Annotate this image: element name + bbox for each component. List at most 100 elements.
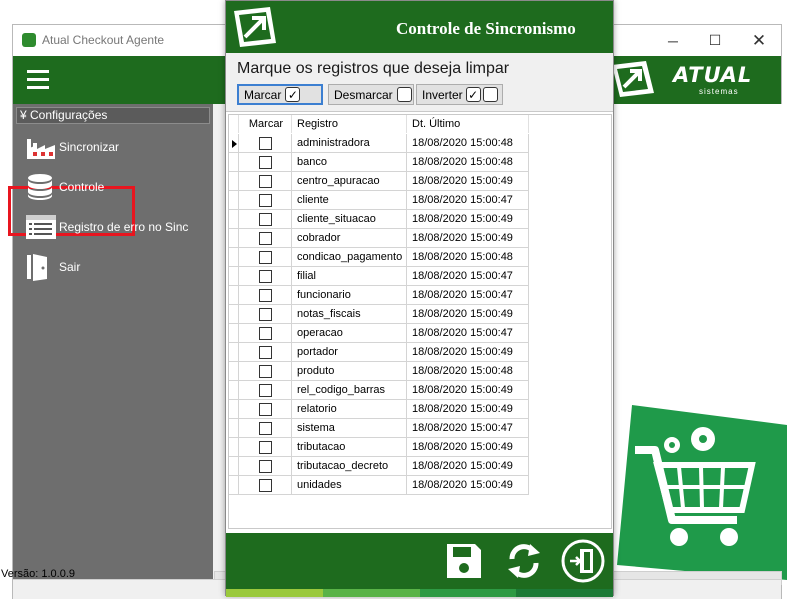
column-header-registro[interactable]: Registro <box>292 115 407 133</box>
maximize-button[interactable]: ☐ <box>695 25 735 56</box>
inverter-button[interactable]: Inverter ✓ <box>416 84 503 105</box>
dt-ultimo-cell: 18/08/2020 15:00:49 <box>407 343 529 362</box>
grid-header-indicator <box>229 115 239 133</box>
marcar-button[interactable]: Marcar ✓ <box>237 84 323 105</box>
row-checkbox[interactable] <box>259 346 272 359</box>
table-row[interactable]: filial 18/08/2020 15:00:47 <box>229 267 529 286</box>
marcar-cell[interactable] <box>239 381 292 400</box>
table-row[interactable]: relatorio 18/08/2020 15:00:49 <box>229 400 529 419</box>
marcar-cell[interactable] <box>239 134 292 153</box>
records-grid: Marcar Registro Dt. Último administrador… <box>228 114 612 529</box>
table-row[interactable]: cliente_situacao 18/08/2020 15:00:49 <box>229 210 529 229</box>
row-checkbox[interactable] <box>259 270 272 283</box>
row-indicator <box>229 153 239 172</box>
hamburger-menu-icon[interactable] <box>27 70 49 89</box>
desmarcar-button[interactable]: Desmarcar <box>328 84 414 105</box>
marcar-cell[interactable] <box>239 286 292 305</box>
marcar-cell[interactable] <box>239 438 292 457</box>
marcar-cell[interactable] <box>239 191 292 210</box>
column-header-dt-ultimo[interactable]: Dt. Último <box>407 115 529 133</box>
save-icon[interactable] <box>444 541 484 581</box>
table-row[interactable]: cliente 18/08/2020 15:00:47 <box>229 191 529 210</box>
row-checkbox[interactable] <box>259 384 272 397</box>
row-checkbox[interactable] <box>259 213 272 226</box>
version-label: Versão: 1.0.0.9 <box>1 568 75 580</box>
dt-ultimo-cell: 18/08/2020 15:00:47 <box>407 267 529 286</box>
marcar-cell[interactable] <box>239 210 292 229</box>
registro-cell: portador <box>292 343 407 362</box>
log-list-icon <box>26 215 56 239</box>
marcar-cell[interactable] <box>239 362 292 381</box>
dt-ultimo-cell: 18/08/2020 15:00:49 <box>407 457 529 476</box>
column-header-marcar[interactable]: Marcar <box>239 115 292 133</box>
row-checkbox[interactable] <box>259 327 272 340</box>
row-checkbox[interactable] <box>259 365 272 378</box>
dt-ultimo-cell: 18/08/2020 15:00:47 <box>407 191 529 210</box>
marcar-cell[interactable] <box>239 476 292 495</box>
sidebar-item-label: Controle <box>59 180 105 194</box>
dt-ultimo-cell: 18/08/2020 15:00:48 <box>407 248 529 267</box>
row-checkbox[interactable] <box>259 479 272 492</box>
marcar-cell[interactable] <box>239 457 292 476</box>
dt-ultimo-cell: 18/08/2020 15:00:49 <box>407 229 529 248</box>
row-checkbox[interactable] <box>259 251 272 264</box>
sidebar-item-sair[interactable]: Sair <box>25 252 80 282</box>
marcar-cell[interactable] <box>239 400 292 419</box>
table-row[interactable]: condicao_pagamento 18/08/2020 15:00:48 <box>229 248 529 267</box>
row-checkbox[interactable] <box>259 422 272 435</box>
table-row[interactable]: unidades 18/08/2020 15:00:49 <box>229 476 529 495</box>
sidebar-group-configuracoes[interactable]: ¥ Configurações <box>16 107 210 124</box>
table-row[interactable]: administradora 18/08/2020 15:00:48 <box>229 134 529 153</box>
row-checkbox[interactable] <box>259 194 272 207</box>
dt-ultimo-cell: 18/08/2020 15:00:47 <box>407 419 529 438</box>
marcar-cell[interactable] <box>239 172 292 191</box>
table-row[interactable]: tributacao_decreto 18/08/2020 15:00:49 <box>229 457 529 476</box>
atual-logo-icon <box>234 7 276 47</box>
row-checkbox[interactable] <box>259 137 272 150</box>
row-indicator <box>229 476 239 495</box>
table-row[interactable]: funcionario 18/08/2020 15:00:47 <box>229 286 529 305</box>
table-row[interactable]: banco 18/08/2020 15:00:48 <box>229 153 529 172</box>
row-checkbox[interactable] <box>259 308 272 321</box>
sidebar-item-sincronizar[interactable]: Sincronizar <box>25 132 119 162</box>
row-checkbox[interactable] <box>259 175 272 188</box>
registro-cell: unidades <box>292 476 407 495</box>
row-checkbox[interactable] <box>259 403 272 416</box>
marcar-cell[interactable] <box>239 267 292 286</box>
marcar-cell[interactable] <box>239 248 292 267</box>
table-row[interactable]: sistema 18/08/2020 15:00:47 <box>229 419 529 438</box>
sidebar-item-registro-erro[interactable]: Registro de erro no Sinc <box>25 212 188 242</box>
table-row[interactable]: rel_codigo_barras 18/08/2020 15:00:49 <box>229 381 529 400</box>
row-indicator <box>229 134 239 153</box>
marcar-cell[interactable] <box>239 305 292 324</box>
row-indicator <box>229 324 239 343</box>
registro-cell: cobrador <box>292 229 407 248</box>
marcar-cell[interactable] <box>239 229 292 248</box>
table-row[interactable]: portador 18/08/2020 15:00:49 <box>229 343 529 362</box>
sidebar-item-controle[interactable]: Controle <box>25 172 104 202</box>
marcar-cell[interactable] <box>239 153 292 172</box>
checked-box-icon: ✓ <box>285 87 301 102</box>
table-row[interactable]: notas_fiscais 18/08/2020 15:00:49 <box>229 305 529 324</box>
row-indicator <box>229 419 239 438</box>
row-checkbox[interactable] <box>259 232 272 245</box>
marcar-cell[interactable] <box>239 324 292 343</box>
registro-cell: operacao <box>292 324 407 343</box>
table-row[interactable]: tributacao 18/08/2020 15:00:49 <box>229 438 529 457</box>
table-row[interactable]: produto 18/08/2020 15:00:48 <box>229 362 529 381</box>
marcar-cell[interactable] <box>239 343 292 362</box>
close-button[interactable]: ✕ <box>739 25 779 56</box>
marcar-cell[interactable] <box>239 419 292 438</box>
minimize-button[interactable]: ─ <box>653 25 693 56</box>
exit-icon[interactable] <box>560 538 606 584</box>
row-checkbox[interactable] <box>259 460 272 473</box>
row-checkbox[interactable] <box>259 441 272 454</box>
table-row[interactable]: cobrador 18/08/2020 15:00:49 <box>229 229 529 248</box>
row-checkbox[interactable] <box>259 156 272 169</box>
row-indicator <box>229 172 239 191</box>
table-row[interactable]: operacao 18/08/2020 15:00:47 <box>229 324 529 343</box>
row-checkbox[interactable] <box>259 289 272 302</box>
window-title: Atual Checkout Agente <box>42 33 165 47</box>
table-row[interactable]: centro_apuracao 18/08/2020 15:00:49 <box>229 172 529 191</box>
refresh-icon[interactable] <box>504 541 544 581</box>
